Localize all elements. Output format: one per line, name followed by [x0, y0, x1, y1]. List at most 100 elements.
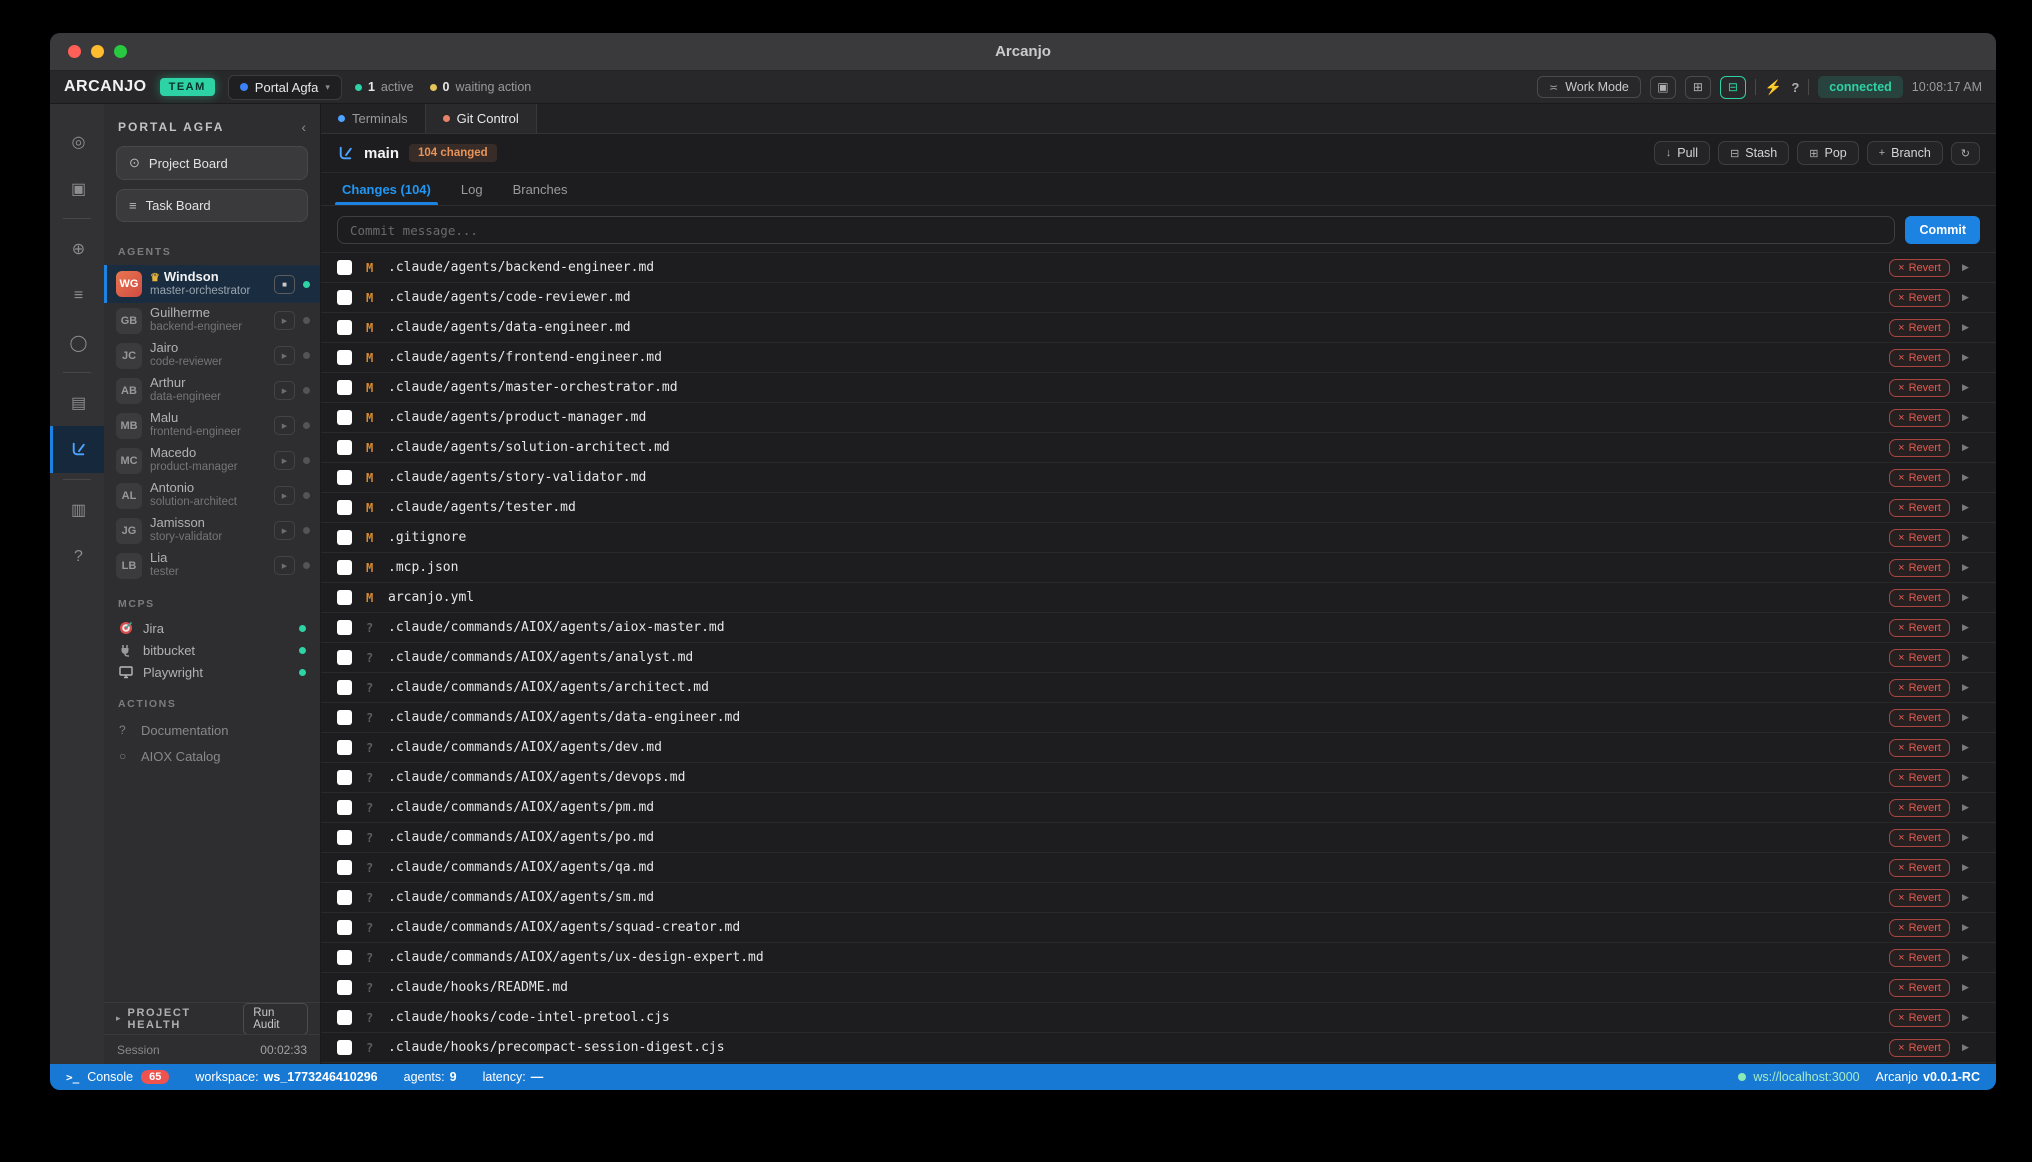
- rail-item-node[interactable]: ◯: [50, 319, 104, 366]
- chevron-right-icon[interactable]: ▶: [1962, 862, 1972, 873]
- start-agent-button[interactable]: ▶: [274, 381, 295, 400]
- changed-file-row[interactable]: M.claude/agents/master-orchestrator.md×R…: [321, 373, 1996, 403]
- chevron-right-icon[interactable]: ▶: [1962, 442, 1972, 453]
- changed-file-row[interactable]: M.claude/agents/tester.md×Revert▶: [321, 493, 1996, 523]
- chevron-right-icon[interactable]: ▶: [1962, 1042, 1972, 1053]
- rail-item-dashboard[interactable]: ◎: [50, 118, 104, 165]
- collapse-sidebar-icon[interactable]: ‹: [301, 119, 306, 135]
- file-checkbox[interactable]: [337, 860, 352, 875]
- layout-split-button[interactable]: ⊟: [1720, 76, 1746, 99]
- start-agent-button[interactable]: ▶: [274, 521, 295, 540]
- revert-button[interactable]: ×Revert: [1889, 259, 1950, 277]
- rail-item-list[interactable]: ≡: [50, 272, 104, 319]
- changed-file-row[interactable]: M.mcp.json×Revert▶: [321, 553, 1996, 583]
- chevron-right-icon[interactable]: ▶: [1962, 652, 1972, 663]
- rail-item-table[interactable]: ▤: [50, 379, 104, 426]
- chevron-right-icon[interactable]: ▶: [1962, 772, 1972, 783]
- revert-button[interactable]: ×Revert: [1889, 289, 1950, 307]
- subtab-changes-104[interactable]: Changes (104): [327, 173, 446, 205]
- subtab-branches[interactable]: Branches: [498, 173, 583, 205]
- rail-item-columns[interactable]: ▥: [50, 486, 104, 533]
- file-checkbox[interactable]: [337, 800, 352, 815]
- revert-button[interactable]: ×Revert: [1889, 979, 1950, 997]
- file-checkbox[interactable]: [337, 590, 352, 605]
- console-toggle[interactable]: >_ Console 65: [66, 1070, 169, 1084]
- start-agent-button[interactable]: ▶: [274, 311, 295, 330]
- file-checkbox[interactable]: [337, 710, 352, 725]
- file-checkbox[interactable]: [337, 890, 352, 905]
- chevron-right-icon[interactable]: ▶: [1962, 382, 1972, 393]
- agent-row-windson[interactable]: WG♛Windsonmaster-orchestrator■: [104, 265, 320, 303]
- agent-row-arthur[interactable]: AB♛Arthurdata-engineer▶: [104, 373, 320, 408]
- stash-button[interactable]: ⊟Stash: [1718, 141, 1789, 165]
- chevron-right-icon[interactable]: ▶: [1962, 352, 1972, 363]
- revert-button[interactable]: ×Revert: [1889, 919, 1950, 937]
- work-mode-button[interactable]: ≍ Work Mode: [1537, 76, 1641, 98]
- file-checkbox[interactable]: [337, 380, 352, 395]
- run-audit-button[interactable]: Run Audit: [243, 1003, 308, 1035]
- chevron-right-icon[interactable]: ▶: [1962, 982, 1972, 993]
- changed-file-row[interactable]: ?.claude/commands/AIOX/agents/data-engin…: [321, 703, 1996, 733]
- changed-file-row[interactable]: ?.claude/commands/AIOX/agents/analyst.md…: [321, 643, 1996, 673]
- start-agent-button[interactable]: ▶: [274, 556, 295, 575]
- pop-button[interactable]: ⊞Pop: [1797, 141, 1858, 165]
- changed-file-row[interactable]: M.claude/agents/product-manager.md×Rever…: [321, 403, 1996, 433]
- agent-row-lia[interactable]: LB♛Liatester▶: [104, 548, 320, 583]
- chevron-right-icon[interactable]: ▶: [1962, 562, 1972, 573]
- rail-item-board[interactable]: ▣: [50, 165, 104, 212]
- file-checkbox[interactable]: [337, 1040, 352, 1055]
- file-checkbox[interactable]: [337, 740, 352, 755]
- file-checkbox[interactable]: [337, 980, 352, 995]
- file-checkbox[interactable]: [337, 830, 352, 845]
- changed-file-row[interactable]: M.claude/agents/data-engineer.md×Revert▶: [321, 313, 1996, 343]
- file-checkbox[interactable]: [337, 530, 352, 545]
- changed-file-row[interactable]: ?.claude/hooks/README.md×Revert▶: [321, 973, 1996, 1003]
- chevron-right-icon[interactable]: ▶: [1962, 952, 1972, 963]
- changed-file-row[interactable]: M.claude/agents/code-reviewer.md×Revert▶: [321, 283, 1996, 313]
- chevron-right-icon[interactable]: ▶: [1962, 922, 1972, 933]
- bolt-icon[interactable]: ⚡: [1765, 79, 1782, 96]
- revert-button[interactable]: ×Revert: [1889, 589, 1950, 607]
- workspace-selector[interactable]: Portal Agfa ▾: [228, 75, 342, 100]
- chevron-right-icon[interactable]: ▶: [1962, 262, 1972, 273]
- changed-file-row[interactable]: ?.claude/commands/AIOX/agents/squad-crea…: [321, 913, 1996, 943]
- changed-file-row[interactable]: Marcanjo.yml×Revert▶: [321, 583, 1996, 613]
- chevron-right-icon[interactable]: ▶: [1962, 892, 1972, 903]
- mcp-item-jira[interactable]: Jira: [104, 617, 320, 639]
- help-icon[interactable]: ?: [1791, 80, 1799, 95]
- start-agent-button[interactable]: ▶: [274, 346, 295, 365]
- agent-row-jairo[interactable]: JC♛Jairocode-reviewer▶: [104, 338, 320, 373]
- revert-button[interactable]: ×Revert: [1889, 679, 1950, 697]
- revert-button[interactable]: ×Revert: [1889, 529, 1950, 547]
- changed-file-row[interactable]: M.claude/agents/frontend-engineer.md×Rev…: [321, 343, 1996, 373]
- revert-button[interactable]: ×Revert: [1889, 379, 1950, 397]
- changed-file-row[interactable]: ?.claude/hooks/precompact-session-digest…: [321, 1033, 1996, 1063]
- agent-row-guilherme[interactable]: GB♛Guilhermebackend-engineer▶: [104, 303, 320, 338]
- file-checkbox[interactable]: [337, 500, 352, 515]
- chevron-right-icon[interactable]: ▶: [1962, 322, 1972, 333]
- agent-row-malu[interactable]: MB♛Malufrontend-engineer▶: [104, 408, 320, 443]
- chevron-right-icon[interactable]: ▶: [1962, 502, 1972, 513]
- revert-button[interactable]: ×Revert: [1889, 739, 1950, 757]
- chevron-right-icon[interactable]: ▶: [1962, 292, 1972, 303]
- changed-file-row[interactable]: ?.claude/commands/AIOX/agents/aiox-maste…: [321, 613, 1996, 643]
- file-checkbox[interactable]: [337, 620, 352, 635]
- branch-button[interactable]: +Branch: [1867, 141, 1943, 165]
- file-checkbox[interactable]: [337, 440, 352, 455]
- zoom-window-button[interactable]: [114, 45, 127, 58]
- revert-button[interactable]: ×Revert: [1889, 559, 1950, 577]
- file-checkbox[interactable]: [337, 680, 352, 695]
- file-checkbox[interactable]: [337, 470, 352, 485]
- tab-git-control[interactable]: Git Control: [425, 104, 537, 133]
- revert-button[interactable]: ×Revert: [1889, 469, 1950, 487]
- revert-button[interactable]: ×Revert: [1889, 439, 1950, 457]
- changed-file-row[interactable]: ?.claude/commands/AIOX/agents/pm.md×Reve…: [321, 793, 1996, 823]
- revert-button[interactable]: ×Revert: [1889, 499, 1950, 517]
- revert-button[interactable]: ×Revert: [1889, 319, 1950, 337]
- agent-row-jamisson[interactable]: JG♛Jamissonstory-validator▶: [104, 513, 320, 548]
- revert-button[interactable]: ×Revert: [1889, 1009, 1950, 1027]
- refresh-button[interactable]: ↻: [1951, 142, 1980, 165]
- changed-file-row[interactable]: M.gitignore×Revert▶: [321, 523, 1996, 553]
- tab-terminals[interactable]: Terminals: [321, 104, 425, 133]
- mcp-item-bitbucket[interactable]: bitbucket: [104, 639, 320, 661]
